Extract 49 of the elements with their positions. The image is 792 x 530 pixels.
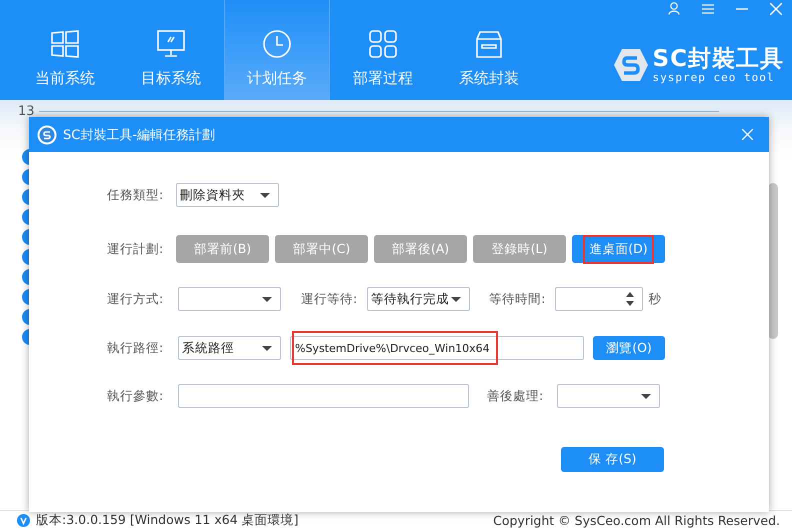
dialog-title: SC封裝工具-編輯任務計劃 [63,126,216,144]
field-label: 運行等待: [301,290,358,308]
windows-icon [50,29,80,59]
nav-tab[interactable]: 计划任务 [224,0,330,100]
logo-title: SC封裝工具 [652,46,784,72]
dropdown[interactable]: 系統路徑 [178,336,281,360]
dropdown[interactable]: 刪除資料夾 [176,183,279,207]
version-text: 版本:3.0.0.159 [Windows 11 x64 桌面環境] [36,512,299,529]
clock-icon [262,29,292,59]
close-icon[interactable] [742,129,753,140]
browse-button[interactable]: 瀏覽(O) [593,336,665,360]
logo-icon [612,48,649,82]
input-field[interactable] [178,384,469,408]
row-number: 13 [18,104,35,119]
monitor-icon [156,29,186,59]
save-button[interactable]: 保 存(S) [561,447,664,472]
field-label: 運行方式: [107,290,163,308]
schedule-button[interactable]: 部署後(A) [374,235,467,263]
field-label: 善後處理: [487,388,544,404]
copyright-text: Copyright © SysCeo.com All Rights Reserved. [493,513,780,528]
nav-tab[interactable]: 部署过程 [330,0,436,100]
schedule-button[interactable]: 登錄時(L) [473,235,566,263]
schedule-button[interactable]: 進桌面(D) [572,235,665,263]
scrollbar-thumb[interactable] [768,183,778,339]
number-field[interactable] [555,287,644,311]
schedule-button[interactable]: 部署中(C) [275,235,368,263]
close-icon[interactable] [770,2,782,14]
dropdown[interactable] [178,287,281,311]
nav-tab[interactable]: 系统封装 [436,0,542,100]
dropdown[interactable] [557,384,660,408]
field-label: 執行參數: [107,388,163,404]
dropdown[interactable]: 等待執行完成 [367,287,470,311]
field-label: 等待時間: [489,290,546,308]
logo-subtitle: sysprep ceo tool [652,72,776,84]
version-icon [17,514,30,527]
menu-icon[interactable] [702,4,714,14]
grid-icon [368,29,398,59]
app-logo-icon [37,124,57,144]
field-label: 運行計劃: [107,240,163,258]
unit-label: 秒 [648,290,662,308]
user-icon[interactable] [668,2,680,15]
field-label: 任務類型: [107,186,163,204]
box-icon [474,29,504,59]
schedule-button[interactable]: 部署前(B) [176,235,269,263]
input-field[interactable]: %SystemDrive%\Drvceo_Win10x64 [290,336,584,360]
field-label: 執行路徑: [107,340,163,356]
minimize-icon[interactable] [736,8,748,10]
nav-tab[interactable]: 目标系统 [118,0,224,100]
nav-tab[interactable]: 当前系统 [12,0,118,100]
